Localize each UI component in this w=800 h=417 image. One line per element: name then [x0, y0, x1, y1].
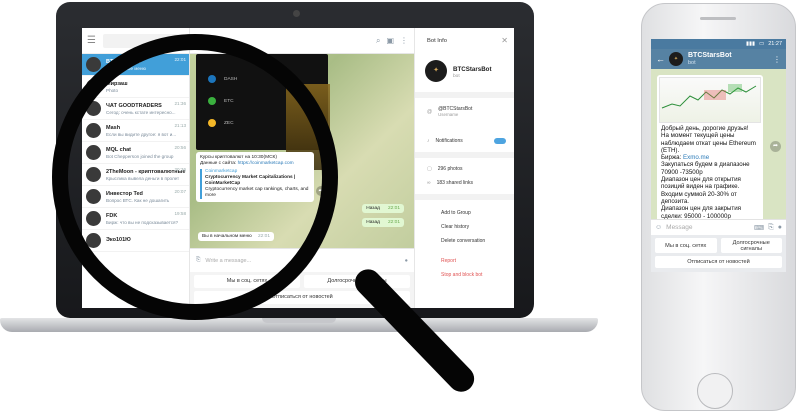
keyboard-icon[interactable]: ⌨	[754, 224, 764, 232]
message-input[interactable]: ☺ Message ⌨ ⎘ ●	[651, 219, 786, 235]
message-input-placeholder: Message	[666, 224, 693, 231]
bot-subtitle: bot	[453, 74, 460, 79]
message-line: Закупаться будем в диапазоне 70900 -7350…	[661, 161, 750, 176]
message-text: Назад	[366, 206, 380, 211]
magnifying-glass-icon	[52, 34, 338, 320]
links-row[interactable]: ∞ 183 shared links	[427, 180, 473, 186]
status-bar: ▮▮▮ ▭ 21:27	[651, 39, 786, 49]
bot-avatar[interactable]: ✦	[425, 60, 447, 82]
notifications-toggle[interactable]	[494, 138, 506, 144]
message-line: Добрый день, дорогие друзья!	[661, 125, 749, 132]
phone-speaker	[700, 17, 736, 20]
message-line: Диапазон цен для закрытия сделки: 95000 …	[661, 205, 742, 219]
exchange-label: Биржа:	[661, 154, 682, 162]
message-line: На момент текущей цены наблюдаем откат ц…	[661, 132, 756, 154]
at-icon: @	[427, 108, 433, 115]
message-time: 22:01	[387, 220, 400, 225]
chat-title: BTCStarsBot	[688, 52, 732, 59]
bell-icon: ♪	[427, 138, 430, 144]
message-line: Диапазон цен для открытия позиций виден …	[661, 176, 741, 191]
bot-name: BTCStarsBot	[453, 66, 492, 73]
more-icon[interactable]: ⋮	[400, 36, 408, 46]
message-bubble: Добрый день, дорогие друзья! На момент т…	[657, 75, 763, 219]
photos-count: 296 photos	[437, 166, 463, 172]
action-add-to-group[interactable]: Add to Group	[441, 210, 471, 216]
phone-home-button[interactable]	[697, 373, 733, 409]
phone-screen: ▮▮▮ ▭ 21:27 ← ✦ BTCStarsBot bot ⋮ Добрый…	[651, 39, 786, 272]
search-icon[interactable]: ⌕	[376, 36, 380, 46]
link-icon: ∞	[427, 180, 431, 186]
bot-avatar[interactable]: ✦	[669, 52, 683, 66]
sticker-icon[interactable]: ☺	[655, 224, 662, 231]
divider	[415, 152, 514, 158]
action-stop-block-bot[interactable]: Stop and block bot	[441, 272, 482, 278]
bot-info-panel: Bot Info ✕ ✦ BTCStarsBot bot @ @BTCStars…	[414, 28, 514, 308]
chart-image[interactable]	[659, 77, 761, 123]
message-time: 22:01	[387, 206, 400, 211]
outgoing-message: Назад 22:01	[362, 204, 404, 213]
attach-icon[interactable]: ⎘	[768, 224, 774, 232]
promo-scene: ☰ BTCStarsBot В начальное меню 22:01 Мирзаш…	[0, 0, 800, 417]
username-row[interactable]: @ @BTCStarsBot Username	[427, 106, 472, 117]
divider	[415, 194, 514, 200]
keyboard-button[interactable]: Мы в соц. сетях	[655, 238, 717, 253]
message-text: Добрый день, дорогие друзья! На момент т…	[659, 123, 761, 219]
outgoing-message: Назад 22:01	[362, 218, 404, 227]
exchange-link[interactable]: Exmo.me	[683, 154, 709, 161]
microphone-icon[interactable]: ●	[405, 258, 408, 264]
info-panel-title: Bot Info	[427, 38, 447, 44]
more-icon[interactable]: ⋮	[773, 55, 781, 64]
action-delete-conversation[interactable]: Delete conversation	[441, 238, 485, 244]
sidebar-toggle-icon[interactable]: ▣	[386, 36, 394, 46]
phone-chat-area: Добрый день, дорогие друзья! На момент т…	[651, 69, 786, 219]
status-time: 21:27	[768, 41, 782, 47]
battery-icon: ▭	[759, 41, 765, 47]
laptop-camera	[293, 10, 300, 17]
keyboard-button[interactable]: Отписаться от новостей	[655, 256, 782, 268]
back-arrow-icon[interactable]: ←	[656, 54, 665, 64]
divider	[415, 92, 514, 98]
microphone-icon[interactable]: ●	[778, 224, 782, 231]
chart-thumbnail	[661, 84, 757, 109]
hamburger-menu-icon[interactable]: ☰	[87, 35, 99, 46]
message-line: Входим суммой 20-30% от депозита.	[661, 190, 737, 205]
action-report[interactable]: Report	[441, 258, 456, 264]
signal-icon: ▮▮▮	[745, 41, 756, 47]
message-text: Назад	[366, 220, 380, 225]
keyboard-button[interactable]: Долгосрочные сигналы	[720, 238, 782, 253]
photos-row[interactable]: ▢ 296 photos	[427, 166, 462, 172]
username-label: Username	[438, 112, 459, 117]
laptop-notch	[262, 318, 336, 323]
notifications-label: Notifications	[435, 138, 463, 144]
links-count: 183 shared links	[436, 180, 473, 186]
forward-icon[interactable]: ➦	[770, 141, 781, 152]
close-icon[interactable]: ✕	[501, 36, 508, 45]
photo-icon: ▢	[427, 166, 432, 172]
bot-keyboard: Мы в соц. сетях Долгосрочные сигналы Отп…	[651, 235, 786, 272]
notifications-row[interactable]: ♪ Notifications	[427, 138, 463, 144]
chat-subtitle: bot	[688, 60, 696, 66]
action-clear-history[interactable]: Clear history	[441, 224, 469, 230]
phone-chat-header: ← ✦ BTCStarsBot bot ⋮	[651, 49, 786, 69]
